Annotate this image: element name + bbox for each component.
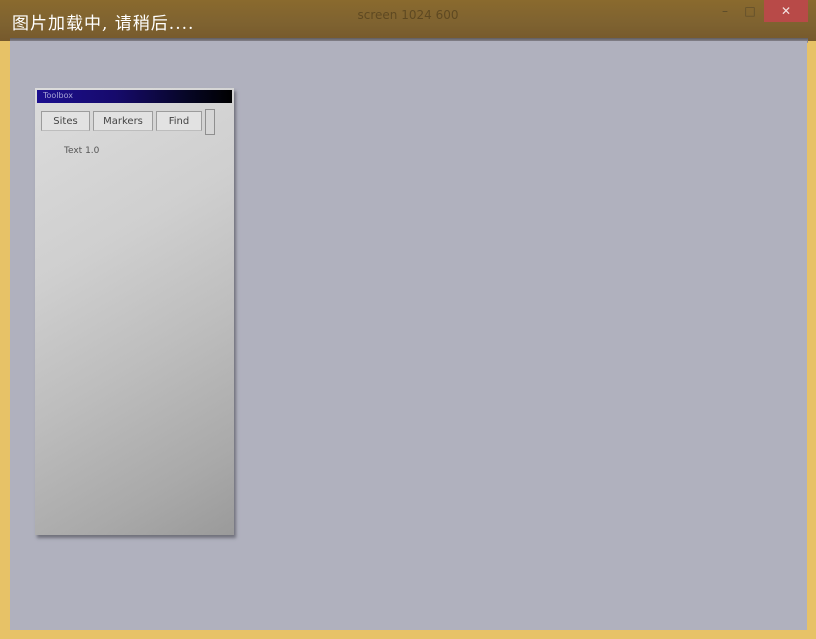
content-area: Toolbox Sites Markers Find Text 1.0 (10, 41, 807, 630)
minimize-button[interactable]: – (713, 0, 737, 22)
tab-sites[interactable]: Sites (41, 111, 90, 131)
tab-markers[interactable]: Markers (93, 111, 153, 131)
close-icon: ✕ (780, 4, 792, 18)
window-titlebar[interactable]: 图片加载中, 请稍后.... screen 1024 600 – □ ✕ (0, 0, 816, 41)
panel-label: Text 1.0 (64, 146, 100, 156)
tool-panel: Toolbox Sites Markers Find Text 1.0 (35, 88, 234, 535)
window-title: screen 1024 600 (357, 8, 459, 22)
tab-scroll-button[interactable] (205, 109, 215, 135)
panel-titlebar[interactable]: Toolbox (37, 90, 232, 103)
app-window: 图片加载中, 请稍后.... screen 1024 600 – □ ✕ Too… (0, 0, 816, 639)
panel-title: Toolbox (43, 91, 73, 100)
tab-find[interactable]: Find (156, 111, 202, 131)
panel-tabbar: Sites Markers Find (39, 109, 232, 135)
maximize-button[interactable]: □ (737, 0, 763, 22)
maximize-icon: □ (744, 4, 756, 18)
close-button[interactable]: ✕ (764, 0, 808, 22)
minimize-icon: – (722, 4, 728, 18)
